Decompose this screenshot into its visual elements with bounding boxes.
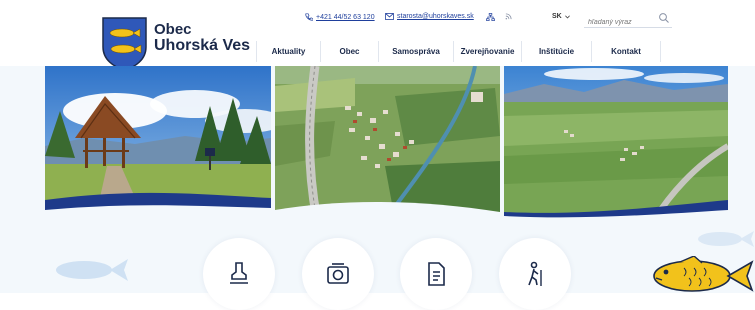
sitemap-icon[interactable] [486, 13, 495, 21]
service-circle-camera[interactable] [302, 238, 374, 310]
hero-banner [45, 66, 728, 220]
language-label: SK [552, 13, 562, 20]
email-text[interactable]: starosta@uhorskaves.sk [397, 13, 474, 20]
phone-text[interactable]: +421 44/52 63 120 [316, 14, 375, 21]
site-name-line2: Uhorská Ves [154, 37, 251, 54]
decorative-fish-icon [56, 259, 128, 281]
camera-icon [327, 263, 349, 284]
search-icon[interactable] [658, 12, 670, 24]
search-input[interactable] [584, 15, 656, 30]
language-selector[interactable]: SK [552, 13, 570, 20]
nav-item-institucie[interactable]: Inštitúcie [521, 41, 591, 62]
main-navigation: Aktuality Obec Samospráva Zverejňovanie … [256, 41, 661, 62]
hiker-icon [528, 261, 542, 286]
chevron-down-icon [564, 14, 570, 19]
search-box [584, 11, 672, 30]
email-link[interactable]: starosta@uhorskaves.sk [385, 13, 474, 20]
nav-item-obec[interactable]: Obec [320, 41, 378, 62]
service-circle-stamp[interactable] [203, 238, 275, 310]
nav-item-zverejnovanie[interactable]: Zverejňovanie [453, 41, 521, 62]
service-circle-document[interactable] [400, 238, 472, 310]
service-circle-hiking[interactable] [499, 238, 571, 310]
stamp-icon [230, 262, 248, 284]
fish-mascot-icon [653, 256, 754, 292]
nav-item-kontakt[interactable]: Kontakt [591, 41, 661, 62]
nav-item-aktuality[interactable]: Aktuality [256, 41, 320, 62]
document-icon [428, 262, 445, 286]
banner-wave [45, 192, 728, 220]
phone-link[interactable]: +421 44/52 63 120 [305, 13, 375, 21]
rss-icon[interactable] [505, 13, 512, 20]
decorative-fish-icon [698, 231, 754, 247]
envelope-icon [385, 13, 394, 20]
phone-icon [305, 13, 313, 21]
nav-item-samosprava[interactable]: Samospráva [378, 41, 453, 62]
